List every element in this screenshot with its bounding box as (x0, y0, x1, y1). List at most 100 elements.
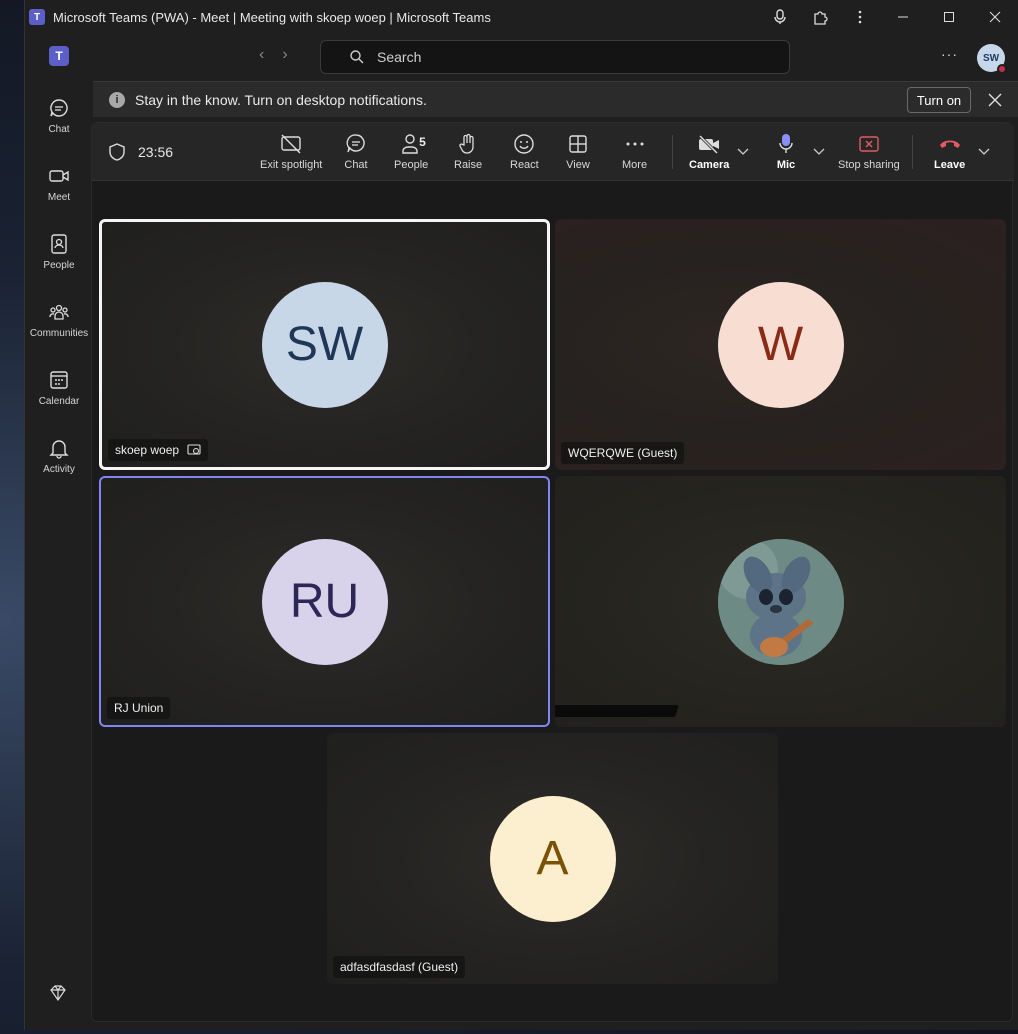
meeting-stage: 23:56 Exit spotlight Chat 5 People Raise… (91, 122, 1014, 1022)
participant-name: RJ Union (114, 701, 164, 715)
tool-label: View (566, 159, 590, 171)
profile-picture (717, 538, 844, 665)
diamond-icon[interactable] (47, 982, 71, 1006)
maximize-button[interactable] (926, 0, 972, 34)
grid-view-icon (566, 133, 590, 155)
mic-options-chevron-icon[interactable] (813, 145, 825, 159)
tool-label: React (510, 159, 539, 171)
tool-label: People (394, 159, 429, 171)
close-banner-icon[interactable] (983, 88, 1007, 112)
camera-off-icon (697, 133, 721, 155)
tool-label: Camera (689, 159, 730, 171)
search-box[interactable] (320, 40, 790, 74)
top-nav: ‹ › ··· SW (93, 34, 1018, 80)
teams-window: T Microsoft Teams (PWA) - Meet | Meeting… (24, 0, 1018, 1030)
window-title: Microsoft Teams (PWA) - Meet | Meeting w… (53, 9, 491, 25)
shield-icon (109, 143, 125, 161)
more-button[interactable]: More (622, 133, 647, 177)
more-options-icon[interactable] (840, 0, 880, 34)
participant-name: WQERQWE (Guest) (568, 446, 678, 460)
toolbar-divider (912, 135, 913, 169)
tool-label: Exit spotlight (260, 159, 323, 171)
title-bar: T Microsoft Teams (PWA) - Meet | Meeting… (25, 0, 1018, 34)
tool-label: Stop sharing (838, 159, 900, 171)
search-icon (350, 50, 364, 64)
participant-name-tag: WQERQWE (Guest) (561, 442, 685, 464)
participant-tile[interactable] (555, 476, 1006, 727)
participant-tile[interactable]: W WQERQWE (Guest) (555, 219, 1006, 470)
react-button[interactable]: React (510, 133, 539, 177)
app-rail: T Chat Meet People Communities Calendar … (25, 34, 93, 1030)
tool-label: Chat (344, 159, 368, 171)
redacted-name (555, 705, 679, 717)
microphone-icon[interactable] (760, 0, 800, 34)
participant-avatar: SW (261, 281, 388, 408)
rail-label: Chat (48, 124, 70, 135)
participant-name-tag: skoep woep (108, 439, 209, 461)
chat-icon (344, 133, 368, 155)
teams-logo-icon: T (29, 9, 45, 25)
raise-hand-button[interactable]: Raise (454, 133, 482, 177)
teams-app-icon[interactable]: T (49, 46, 69, 66)
search-input[interactable] (377, 49, 757, 65)
more-options-icon[interactable]: ··· (941, 46, 958, 62)
exit-spotlight-icon (279, 133, 303, 155)
participant-name: adfasdfasdasf (Guest) (340, 960, 459, 974)
rail-label: Activity (43, 464, 75, 475)
leave-button[interactable]: Leave (934, 133, 965, 177)
tool-label: Raise (454, 159, 483, 171)
camera-options-chevron-icon[interactable] (737, 145, 749, 159)
tool-label: Leave (934, 159, 966, 171)
participant-name-tag: RJ Union (107, 697, 171, 719)
people-icon: 5 (399, 133, 426, 155)
rail-item-communities[interactable]: Communities (25, 294, 93, 354)
video-icon (47, 164, 71, 188)
leave-options-chevron-icon[interactable] (978, 145, 990, 159)
rail-item-activity[interactable]: Activity (25, 430, 93, 490)
close-window-button[interactable] (972, 0, 1018, 34)
participant-name-tag: adfasdfasdasf (Guest) (333, 956, 466, 978)
rail-item-chat[interactable]: Chat (25, 90, 93, 150)
turn-on-button[interactable]: Turn on (907, 87, 971, 113)
user-initials: SW (982, 52, 1000, 64)
rail-label: Communities (29, 328, 89, 339)
stop-sharing-button[interactable]: Stop sharing (838, 133, 900, 177)
participant-avatar: A (489, 795, 616, 922)
microphone-icon (774, 133, 798, 155)
notification-banner: i Stay in the know. Turn on desktop noti… (93, 81, 1018, 117)
forward-arrow-icon[interactable]: › (282, 46, 287, 64)
chat-icon (47, 96, 71, 120)
hang-up-icon (938, 133, 962, 155)
meeting-toolbar: 23:56 Exit spotlight Chat 5 People Raise… (92, 123, 1014, 181)
participant-tile[interactable]: SW skoep woep (99, 219, 550, 470)
people-button[interactable]: 5 People (394, 133, 428, 177)
rail-label: People (43, 260, 75, 271)
chat-button[interactable]: Chat (344, 133, 368, 177)
rail-item-meet[interactable]: Meet (25, 158, 93, 218)
extensions-icon[interactable] (800, 0, 840, 34)
participant-tile[interactable]: RU RJ Union (99, 476, 550, 727)
rail-item-people[interactable]: People (25, 226, 93, 286)
mic-button[interactable]: Mic (774, 133, 798, 177)
minimize-button[interactable] (880, 0, 926, 34)
user-avatar[interactable]: SW (977, 44, 1007, 74)
toolbar-divider (672, 135, 673, 169)
tool-label: More (622, 159, 648, 171)
meeting-timer: 23:56 (138, 144, 174, 160)
stop-share-icon (857, 133, 881, 155)
participant-name: skoep woep (115, 443, 180, 457)
camera-button[interactable]: Camera (689, 133, 729, 177)
view-button[interactable]: View (566, 133, 590, 177)
back-arrow-icon[interactable]: ‹ (259, 46, 264, 64)
people-count: 5 (419, 135, 426, 149)
calendar-icon (47, 368, 71, 392)
presence-busy-icon (997, 64, 1007, 74)
more-horizontal-icon (623, 133, 647, 155)
exit-spotlight-button[interactable]: Exit spotlight (260, 133, 322, 177)
rail-item-calendar[interactable]: Calendar (25, 362, 93, 422)
tool-label: Mic (776, 159, 796, 171)
communities-icon (47, 300, 71, 324)
smiley-icon (512, 133, 536, 155)
hand-icon (456, 133, 480, 155)
participant-tile[interactable]: A adfasdfasdasf (Guest) (327, 733, 778, 984)
